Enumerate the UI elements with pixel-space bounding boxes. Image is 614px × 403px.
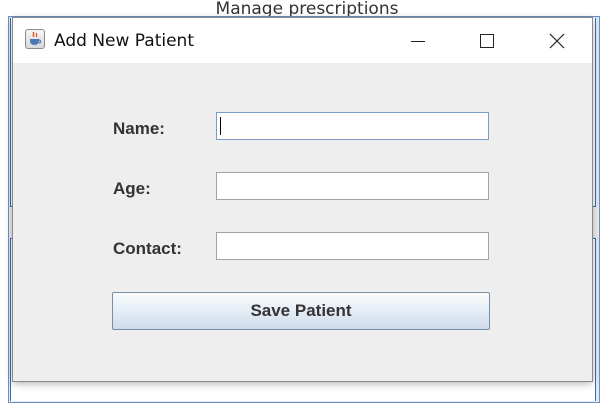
contact-field[interactable] (216, 232, 489, 260)
add-patient-dialog: Add New Patient Name: Age: Contact: Save… (13, 18, 592, 381)
name-field[interactable] (216, 112, 489, 140)
save-patient-button[interactable]: Save Patient (112, 292, 490, 330)
maximize-icon (480, 34, 494, 48)
java-cup-icon[interactable] (25, 29, 45, 49)
age-field[interactable] (216, 172, 489, 200)
close-button[interactable] (534, 18, 580, 63)
maximize-button[interactable] (464, 18, 510, 63)
minimize-button[interactable] (395, 18, 441, 63)
text-caret (220, 117, 221, 135)
close-icon (549, 33, 565, 49)
dialog-titlebar[interactable]: Add New Patient (13, 18, 592, 63)
name-label: Name: (113, 119, 165, 138)
dialog-title: Add New Patient (54, 31, 194, 51)
minimize-icon (411, 41, 425, 42)
contact-label: Contact: (113, 239, 182, 258)
age-label: Age: (113, 179, 151, 198)
